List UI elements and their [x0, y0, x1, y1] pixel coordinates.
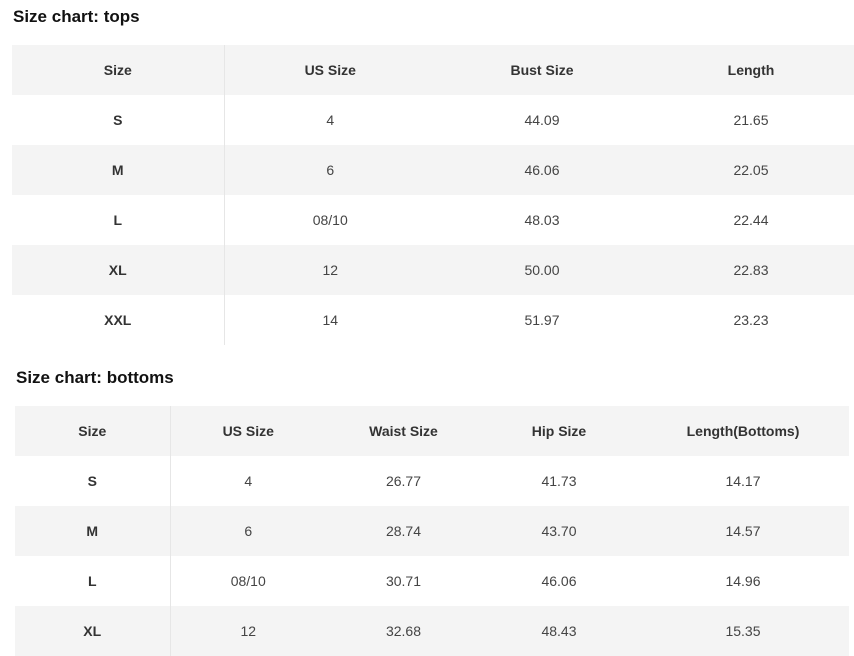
table-row: M 6 46.06 22.05	[12, 145, 854, 195]
length-cell: 14.96	[725, 573, 761, 589]
bottoms-header-row: Size US Size Waist Size Hip Size Length(…	[15, 406, 849, 456]
bottoms-chart-title: Size chart: bottoms	[16, 368, 174, 387]
bust-size-cell: 48.03	[524, 212, 560, 228]
length-cell: 23.23	[733, 312, 769, 328]
bottoms-size-table: Size US Size Waist Size Hip Size Length(…	[15, 406, 850, 656]
us-size-cell: 12	[240, 623, 257, 639]
us-size-cell: 6	[326, 162, 335, 178]
length-cell: 22.44	[733, 212, 769, 228]
hip-size-cell: 48.43	[541, 623, 577, 639]
us-size-cell: 12	[322, 262, 339, 278]
table-row: XXL 14 51.97 23.23	[12, 295, 854, 345]
waist-size-cell: 32.68	[385, 623, 422, 639]
tops-header-row: Size US Size Bust Size Length	[12, 45, 854, 95]
table-row: XL 12 50.00 22.83	[12, 245, 854, 295]
size-cell: S	[12, 95, 225, 145]
waist-size-cell: 26.77	[385, 473, 422, 489]
bottoms-header-hip-size: Hip Size	[531, 423, 587, 439]
table-row: S 4 44.09 21.65	[12, 95, 854, 145]
tops-size-table: Size US Size Bust Size Length S 4 44.09 …	[12, 45, 854, 345]
us-size-cell: 6	[244, 523, 253, 539]
table-row: L 08/10 30.71 46.06 14.96	[15, 556, 849, 606]
us-size-cell: 4	[326, 112, 335, 128]
bottoms-header-waist-size: Waist Size	[369, 423, 438, 439]
size-cell: XL	[15, 606, 171, 656]
size-cell: XL	[12, 245, 225, 295]
tops-header-size: Size	[12, 45, 225, 95]
bust-size-cell: 50.00	[524, 262, 560, 278]
bottoms-header-size: Size	[15, 406, 171, 456]
size-cell: M	[12, 145, 225, 195]
length-cell: 14.57	[725, 523, 761, 539]
tops-header-us-size: US Size	[304, 62, 356, 78]
size-cell: L	[12, 195, 225, 245]
us-size-cell: 08/10	[230, 573, 266, 589]
hip-size-cell: 43.70	[541, 523, 577, 539]
us-size-cell: 4	[244, 473, 253, 489]
table-row: XL 12 32.68 48.43 15.35	[15, 606, 849, 656]
us-size-cell: 08/10	[312, 212, 348, 228]
size-cell: XXL	[12, 295, 225, 345]
size-cell: L	[15, 556, 171, 606]
hip-size-cell: 46.06	[541, 573, 577, 589]
bust-size-cell: 46.06	[524, 162, 560, 178]
bottoms-header-length: Length(Bottoms)	[686, 423, 800, 439]
size-cell: S	[15, 456, 171, 506]
length-cell: 21.65	[733, 112, 769, 128]
bust-size-cell: 51.97	[524, 312, 560, 328]
bottoms-header-us-size: US Size	[222, 423, 274, 439]
hip-size-cell: 41.73	[541, 473, 577, 489]
size-cell: M	[15, 506, 171, 556]
table-row: L 08/10 48.03 22.44	[12, 195, 854, 245]
us-size-cell: 14	[322, 312, 339, 328]
table-row: S 4 26.77 41.73 14.17	[15, 456, 849, 506]
length-cell: 22.83	[733, 262, 769, 278]
tops-chart-title: Size chart: tops	[13, 7, 140, 26]
length-cell: 14.17	[725, 473, 761, 489]
tops-header-bust-size: Bust Size	[510, 62, 574, 78]
tops-header-length: Length	[727, 62, 775, 78]
waist-size-cell: 30.71	[385, 573, 422, 589]
length-cell: 15.35	[725, 623, 761, 639]
length-cell: 22.05	[733, 162, 769, 178]
waist-size-cell: 28.74	[385, 523, 422, 539]
table-row: M 6 28.74 43.70 14.57	[15, 506, 849, 556]
bust-size-cell: 44.09	[524, 112, 560, 128]
